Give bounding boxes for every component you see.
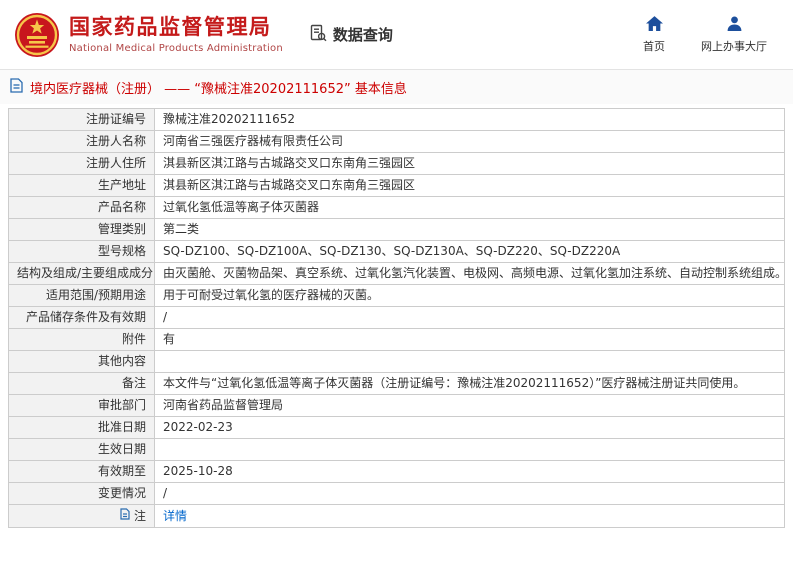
nav-item-service-hall-label: 网上办事大厅 [701, 39, 767, 53]
field-label: 生产地址 [8, 174, 155, 197]
table-row: 变更情况 / [8, 482, 785, 505]
field-value: 河南省药品监督管理局 [154, 394, 785, 417]
field-label: 备注 [8, 372, 155, 395]
note-icon [120, 508, 130, 524]
field-value: 由灭菌舱、灭菌物品架、真空系统、过氧化氢汽化装置、电极网、高频电源、过氧化氢加注… [154, 262, 785, 285]
table-row: 注册人住所 淇县新区淇江路与古城路交叉口东南角三强园区 [8, 152, 785, 175]
data-query-icon [309, 24, 327, 46]
field-value: 淇县新区淇江路与古城路交叉口东南角三强园区 [154, 152, 785, 175]
field-label: 产品名称 [8, 196, 155, 219]
field-label: 变更情况 [8, 482, 155, 505]
field-label: 注册人名称 [8, 130, 155, 153]
field-label: 结构及组成/主要组成成分 [8, 262, 155, 285]
field-value: 第二类 [154, 218, 785, 241]
tab-data-query-label: 数据查询 [332, 26, 393, 44]
table-row: 注 详情 [8, 504, 785, 528]
detail-link[interactable]: 详情 [163, 509, 187, 523]
field-label: 其他内容 [8, 350, 155, 373]
field-value: SQ-DZ100、SQ-DZ100A、SQ-DZ130、SQ-DZ130A、SQ… [154, 240, 785, 263]
field-value: 详情 [154, 504, 785, 528]
top-nav: 首页 网上办事大厅 [637, 15, 767, 54]
agency-name-en: National Medical Products Administration [69, 42, 283, 54]
table-row: 产品名称 过氧化氢低温等离子体灭菌器 [8, 196, 785, 219]
field-value: / [154, 482, 785, 505]
table-row: 结构及组成/主要组成成分 由灭菌舱、灭菌物品架、真空系统、过氧化氢汽化装置、电极… [8, 262, 785, 285]
field-label-text: 注 [133, 508, 146, 523]
field-value [154, 350, 785, 373]
tab-data-query[interactable]: 数据查询 [309, 24, 393, 46]
table-row: 其他内容 [8, 350, 785, 373]
home-icon [645, 15, 663, 34]
field-label: 注册人住所 [8, 152, 155, 175]
national-emblem-icon [14, 12, 60, 58]
document-icon [10, 78, 23, 97]
field-label: 审批部门 [8, 394, 155, 417]
nav-item-home-label: 首页 [643, 39, 665, 53]
table-row: 型号规格 SQ-DZ100、SQ-DZ100A、SQ-DZ130、SQ-DZ13… [8, 240, 785, 263]
field-value: 淇县新区淇江路与古城路交叉口东南角三强园区 [154, 174, 785, 197]
field-label: 适用范围/预期用途 [8, 284, 155, 307]
field-label: 型号规格 [8, 240, 155, 263]
table-row: 附件 有 [8, 328, 785, 351]
field-value: 河南省三强医疗器械有限责任公司 [154, 130, 785, 153]
field-label: 有效期至 [8, 460, 155, 483]
field-value: 用于可耐受过氧化氢的医疗器械的灭菌。 [154, 284, 785, 307]
nav-item-service-hall[interactable]: 网上办事大厅 [701, 15, 767, 54]
field-value: 豫械注准20202111652 [154, 108, 785, 131]
table-row: 生产地址 淇县新区淇江路与古城路交叉口东南角三强园区 [8, 174, 785, 197]
agency-brand: 国家药品监督管理局 National Medical Products Admi… [14, 12, 283, 58]
table-row: 审批部门 河南省药品监督管理局 [8, 394, 785, 417]
nav-item-home[interactable]: 首页 [637, 15, 671, 54]
table-row: 备注 本文件与“过氧化氢低温等离子体灭菌器（注册证编号：豫械注准20202111… [8, 372, 785, 395]
agency-name-cn: 国家药品监督管理局 [69, 15, 272, 40]
table-row: 生效日期 [8, 438, 785, 461]
table-row: 批准日期 2022-02-23 [8, 416, 785, 439]
page-title: 境内医疗器械（注册） —— “豫械注准20202111652” 基本信息 [30, 82, 407, 97]
table-row: 注册人名称 河南省三强医疗器械有限责任公司 [8, 130, 785, 153]
table-row: 适用范围/预期用途 用于可耐受过氧化氢的医疗器械的灭菌。 [8, 284, 785, 307]
header: 国家药品监督管理局 National Medical Products Admi… [0, 0, 793, 70]
field-value: 本文件与“过氧化氢低温等离子体灭菌器（注册证编号：豫械注准20202111652… [154, 372, 785, 395]
table-row: 注册证编号 豫械注准20202111652 [8, 108, 785, 131]
field-value: / [154, 306, 785, 329]
field-value: 过氧化氢低温等离子体灭菌器 [154, 196, 785, 219]
page-title-bar: 境内医疗器械（注册） —— “豫械注准20202111652” 基本信息 [0, 70, 793, 104]
field-label: 批准日期 [8, 416, 155, 439]
field-label: 产品储存条件及有效期 [8, 306, 155, 329]
person-icon [726, 15, 743, 34]
field-value: 2025-10-28 [154, 460, 785, 483]
agency-name-block: 国家药品监督管理局 National Medical Products Admi… [69, 15, 283, 53]
table-row: 产品储存条件及有效期 / [8, 306, 785, 329]
field-label: 附件 [8, 328, 155, 351]
field-label: 注 [8, 504, 155, 528]
field-value [154, 438, 785, 461]
field-label: 生效日期 [8, 438, 155, 461]
field-label: 管理类别 [8, 218, 155, 241]
field-label: 注册证编号 [8, 108, 155, 131]
field-value: 2022-02-23 [154, 416, 785, 439]
table-row: 有效期至 2025-10-28 [8, 460, 785, 483]
field-value: 有 [154, 328, 785, 351]
table-row: 管理类别 第二类 [8, 218, 785, 241]
registration-detail-table: 注册证编号 豫械注准20202111652 注册人名称 河南省三强医疗器械有限责… [8, 108, 785, 528]
